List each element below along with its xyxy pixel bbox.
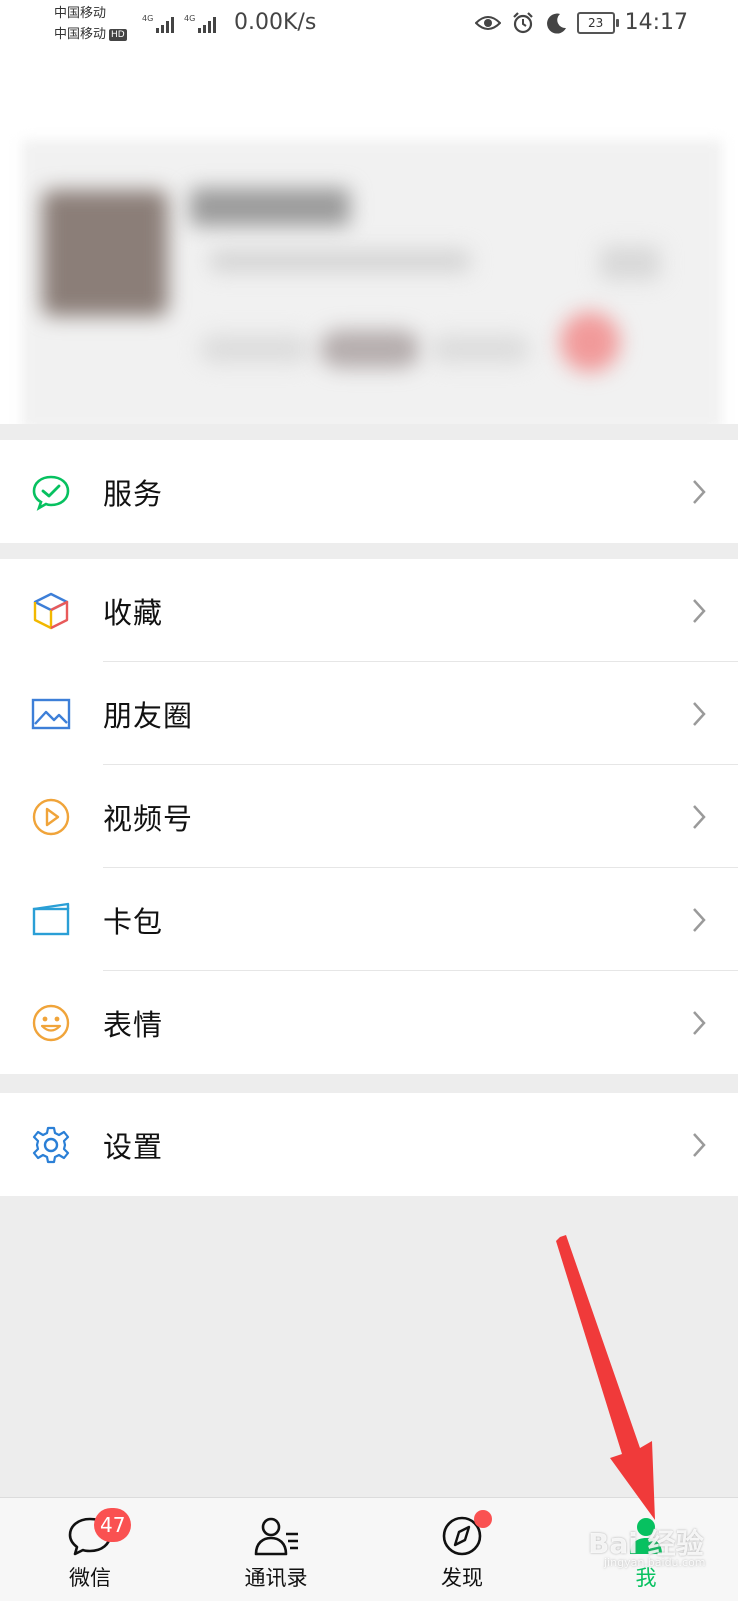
favorites-icon: [31, 591, 71, 631]
carrier-label-1: 中国移动: [54, 6, 107, 21]
unread-badge: 47: [94, 1508, 132, 1542]
menu-item-label: 收藏: [103, 595, 164, 630]
stickers-icon: [31, 1003, 71, 1043]
chevron-right-icon: [693, 1132, 706, 1157]
friend-avatars[interactable]: [320, 330, 420, 368]
menu-item-label: 朋友圈: [103, 698, 194, 733]
tab-label: 微信: [69, 1566, 111, 1590]
svg-text:4G: 4G: [184, 14, 195, 23]
hd-badge: HD: [109, 29, 127, 41]
chevron-right-icon: [693, 1010, 706, 1035]
chevron-right-icon: [693, 598, 706, 623]
status-button[interactable]: [200, 335, 310, 363]
do-not-disturb-icon: [546, 13, 566, 34]
menu-item-services[interactable]: 服务: [0, 440, 738, 543]
profile-header[interactable]: [0, 50, 738, 424]
chevron-right-icon: [693, 907, 706, 932]
services-icon: [31, 472, 71, 512]
network-speed: 0.00K/s: [234, 10, 317, 35]
menu-item-stickers[interactable]: 表情: [0, 971, 738, 1074]
menu-item-channels[interactable]: 视频号: [0, 765, 738, 868]
eye-comfort-icon: [474, 15, 501, 30]
status-label: [430, 335, 530, 363]
tab-label: 通讯录: [244, 1566, 308, 1590]
chevron-right-icon: [693, 701, 706, 726]
menu-item-label: 视频号: [103, 801, 194, 836]
chevron-right-icon: [693, 479, 706, 504]
settings-icon: [31, 1125, 71, 1165]
menu-item-label: 表情: [103, 1007, 164, 1042]
carrier-label-2: 中国移动 HD: [54, 27, 127, 42]
qr-code-icon[interactable]: [600, 246, 660, 280]
avatar[interactable]: [42, 190, 168, 316]
menu-item-favorites[interactable]: 收藏: [0, 559, 738, 662]
tab-contacts[interactable]: 通讯录: [216, 1498, 336, 1601]
services-section: 服务: [0, 440, 738, 543]
settings-section: 设置: [0, 1093, 738, 1196]
menu-item-card-wallet[interactable]: 卡包: [0, 868, 738, 971]
tab-discover[interactable]: 发现: [402, 1498, 522, 1601]
tab-label: 发现: [441, 1566, 483, 1590]
card-wallet-icon: [31, 900, 71, 940]
wechat-id: [210, 250, 470, 272]
svg-text:4G: 4G: [142, 14, 153, 23]
status-bar: 中国移动 中国移动 HD 4G 4G 0.00K/s 23 14:17: [0, 0, 738, 50]
baidu-watermark-url: jingyan.baidu.com: [604, 1556, 706, 1569]
notification-dot: [560, 312, 620, 372]
status-time: 14:17: [624, 10, 688, 35]
alarm-icon: [512, 11, 533, 33]
menu-item-label: 服务: [103, 476, 164, 511]
contacts-icon: [254, 1517, 298, 1556]
signal-strength-icon: 4G: [142, 14, 174, 33]
channels-icon: [31, 797, 71, 837]
chevron-right-icon: [693, 804, 706, 829]
menu-item-settings[interactable]: 设置: [0, 1093, 738, 1196]
new-content-dot: [474, 1510, 492, 1528]
signal-strength-icon-2: 4G: [184, 14, 216, 33]
menu-item-label: 设置: [103, 1129, 164, 1164]
moments-icon: [31, 694, 71, 734]
tab-chats[interactable]: 47 微信: [30, 1498, 150, 1601]
battery-indicator: 23: [576, 11, 619, 34]
main-menu-section: 收藏 朋友圈 视频号 卡包 表情: [0, 559, 738, 1074]
nickname: [190, 188, 350, 226]
menu-item-moments[interactable]: 朋友圈: [0, 662, 738, 765]
menu-item-label: 卡包: [103, 904, 164, 939]
